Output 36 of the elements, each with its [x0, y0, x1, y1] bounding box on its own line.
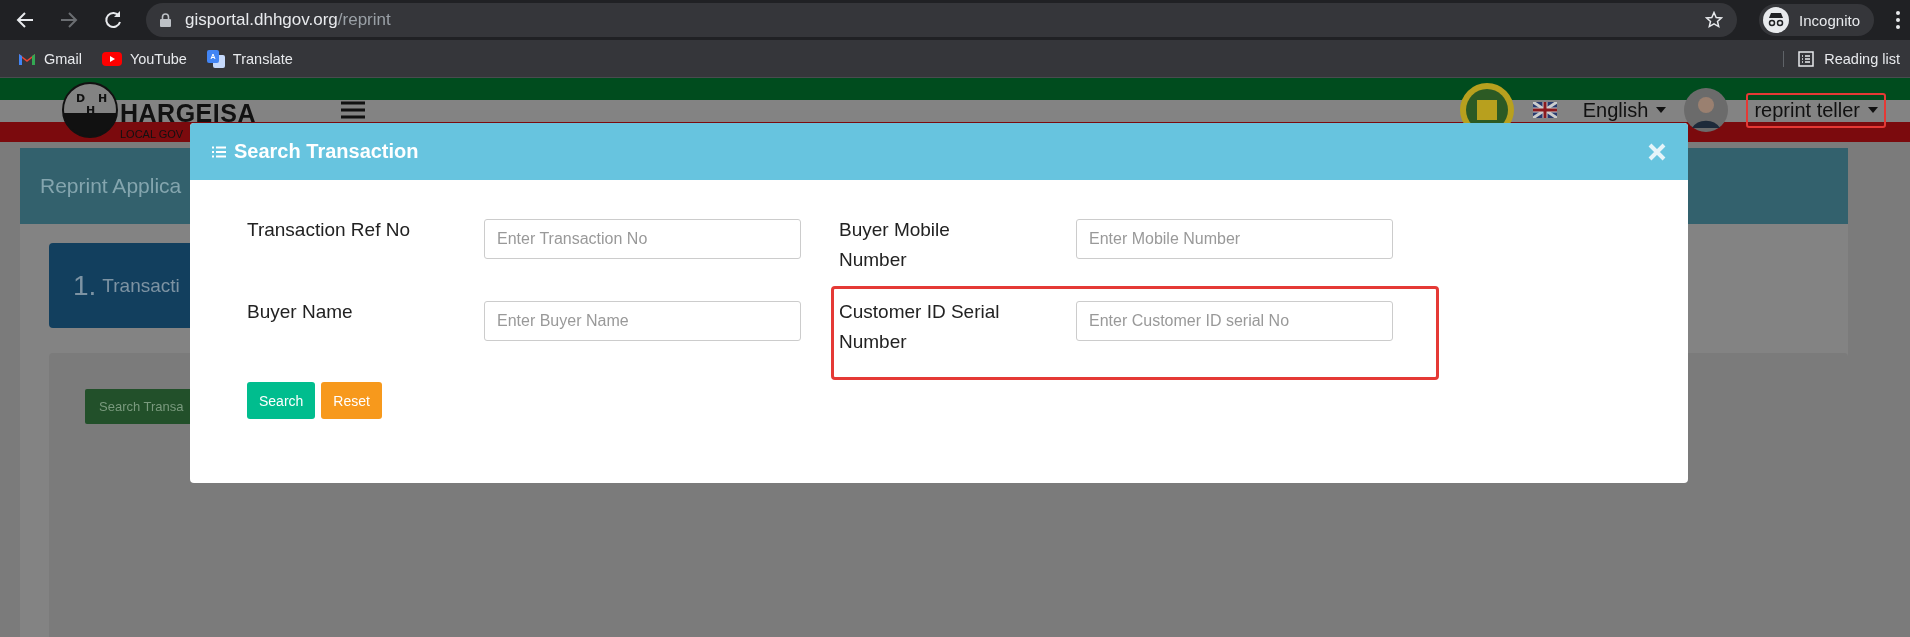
step-title: Transacti	[102, 274, 180, 297]
menu-icon[interactable]	[1896, 11, 1900, 29]
logo-title: HARGEISA	[120, 101, 256, 124]
reload-icon[interactable]	[102, 9, 124, 31]
youtube-icon	[101, 51, 122, 66]
list-icon	[1798, 50, 1815, 67]
step-number: 1.	[73, 269, 97, 302]
close-icon	[1648, 142, 1666, 161]
input-field[interactable]: Enter Transaction No	[484, 219, 801, 259]
address-bar[interactable]: gisportal.dhhgov.org/reprint	[146, 3, 1738, 37]
input-field[interactable]: Enter Customer ID serial No	[1076, 301, 1393, 341]
user-menu[interactable]: reprint teller	[1746, 92, 1886, 128]
input-field[interactable]: Enter Mobile Number	[1076, 219, 1393, 259]
input-field[interactable]: Enter Buyer Name	[484, 301, 801, 341]
gmail-icon	[18, 51, 36, 66]
lock-icon	[160, 13, 171, 27]
field-label: Customer ID Serial Number	[839, 300, 1001, 354]
bookmark[interactable]: YouTube	[101, 50, 187, 67]
caret-icon	[1868, 107, 1878, 113]
avatar	[1684, 88, 1729, 132]
logo-letter: D	[76, 92, 86, 105]
bookmark[interactable]: Translate	[206, 49, 293, 68]
list-icon	[212, 145, 226, 158]
url-text: gisportal.dhhgov.org/reprint	[185, 10, 391, 30]
profile-chip[interactable]: Incognito	[1759, 4, 1874, 36]
incognito-icon	[1763, 7, 1790, 33]
translate-icon	[206, 49, 225, 68]
language-dropdown[interactable]: English	[1582, 98, 1667, 122]
reading-list-button[interactable]: Reading list	[1783, 50, 1910, 67]
caret-icon	[1656, 107, 1667, 113]
logo-subtitle: LOCAL GOV	[120, 127, 185, 140]
field-label: Buyer Name	[247, 300, 354, 324]
star-icon[interactable]	[1705, 11, 1724, 29]
uk-flag-icon	[1532, 102, 1557, 118]
logo-letter: H	[98, 92, 108, 105]
bookmark[interactable]: Gmail	[18, 50, 82, 67]
